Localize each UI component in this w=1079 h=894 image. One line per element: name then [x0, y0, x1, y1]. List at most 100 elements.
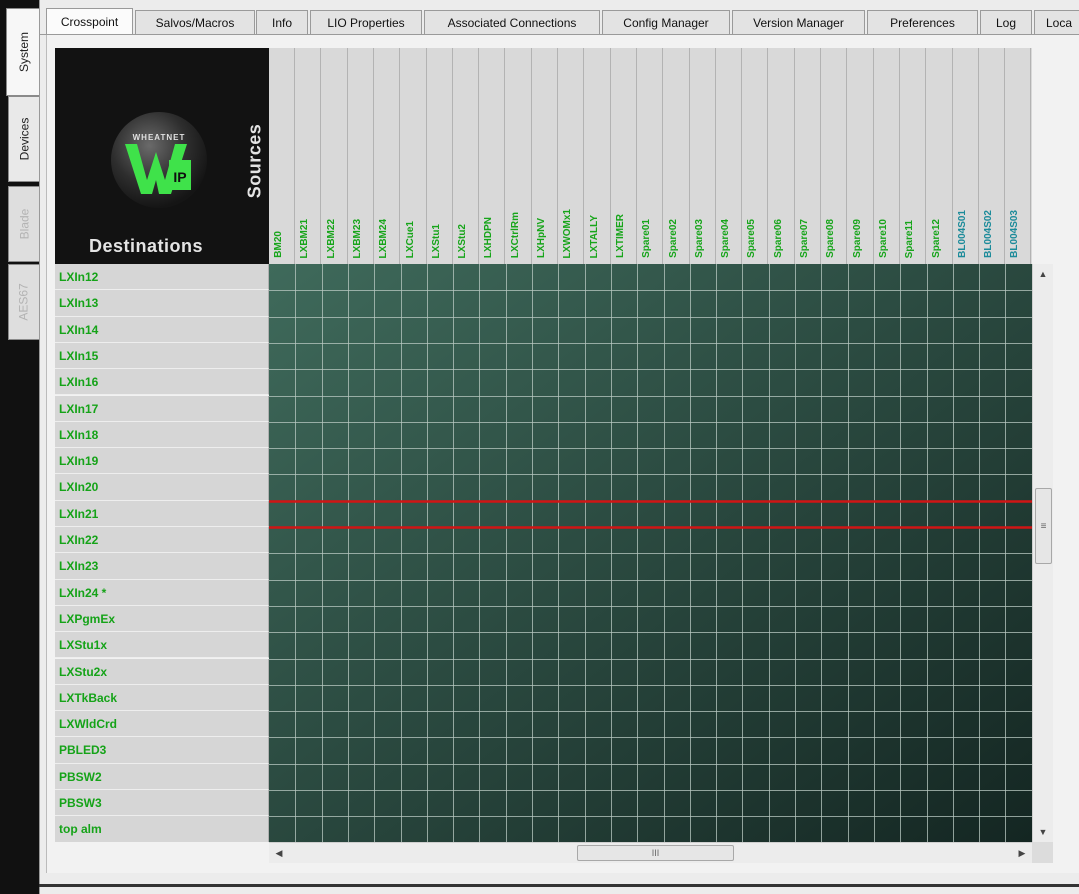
sources-label: Sources: [244, 123, 265, 199]
scroll-right-arrow-icon[interactable]: ▶: [1014, 843, 1030, 863]
source-name: Spare01: [641, 219, 653, 258]
destination-row-header[interactable]: LXIn12: [55, 264, 269, 291]
destinations-label: Destinations: [89, 236, 204, 256]
tab-loca[interactable]: Loca: [1034, 10, 1079, 34]
destination-row-header[interactable]: LXIn24 *: [55, 579, 269, 606]
destination-row-header[interactable]: LXIn15: [55, 342, 269, 370]
source-name: LXBM22: [325, 218, 337, 258]
crosspoint-grid[interactable]: [269, 264, 1032, 842]
vtab-blade[interactable]: Blade: [8, 186, 39, 262]
tab-config-manager[interactable]: Config Manager: [602, 10, 730, 34]
source-column-header[interactable]: Spare05: [742, 48, 769, 264]
scroll-left-arrow-icon[interactable]: ◀: [271, 843, 287, 863]
source-name: LXBM24: [378, 218, 390, 258]
vtab-aes67[interactable]: AES67: [8, 264, 39, 340]
destination-row-header[interactable]: LXTkBack: [55, 684, 269, 712]
source-column-header[interactable]: Spare12: [927, 48, 953, 264]
scroll-up-arrow-icon[interactable]: ▲: [1033, 266, 1053, 282]
source-name: LXTALLY: [588, 214, 600, 258]
tab-info[interactable]: Info: [256, 10, 308, 34]
destination-row-header[interactable]: LXIn23: [55, 553, 269, 580]
source-name: Spare07: [799, 219, 810, 258]
tab-version-manager[interactable]: Version Manager: [732, 10, 865, 34]
source-column-header[interactable]: LXStu1: [427, 48, 453, 264]
vtab-system[interactable]: System: [6, 8, 40, 96]
destination-row-header[interactable]: top alm: [55, 816, 269, 842]
source-column-header[interactable]: LXWOMx1: [558, 48, 585, 264]
destination-row-header[interactable]: LXIn18: [55, 421, 269, 449]
wheatnet-logo: IP WHEATNET: [107, 108, 212, 213]
vertical-scroll-thumb[interactable]: ≡: [1035, 488, 1052, 564]
source-column-header[interactable]: BL004S02: [979, 48, 1006, 264]
destination-row-header[interactable]: PBLED3: [55, 737, 269, 764]
destination-row-header[interactable]: LXStu2x: [55, 658, 269, 685]
source-column-header[interactable]: BL004S01: [953, 48, 979, 264]
logo-mark: IP: [173, 169, 186, 185]
destination-row-header[interactable]: LXIn20: [55, 474, 269, 501]
source-name: BL004S02: [983, 210, 995, 258]
vtab-label: Blade: [17, 208, 32, 240]
source-column-header[interactable]: Spare04: [716, 48, 743, 264]
source-name: Spare08: [825, 219, 837, 258]
destination-row-header[interactable]: LXIn14: [55, 316, 269, 343]
source-name: LXStu1: [430, 223, 442, 258]
destination-row-header[interactable]: LXStu1x: [55, 632, 269, 659]
tab-associated-connections[interactable]: Associated Connections: [424, 10, 600, 34]
source-column-header[interactable]: LXBM24: [374, 48, 401, 264]
scroll-down-arrow-icon[interactable]: ▼: [1033, 824, 1053, 840]
destination-row-header[interactable]: LXIn16: [55, 369, 269, 396]
source-name: BL004S03: [1009, 210, 1021, 258]
destination-row-header[interactable]: LXIn21: [55, 500, 269, 527]
destination-row-header[interactable]: LXIn19: [55, 448, 269, 475]
tab-preferences[interactable]: Preferences: [867, 10, 978, 34]
source-column-header[interactable]: LXBM22: [322, 48, 348, 264]
source-column-header[interactable]: LXHDPN: [479, 48, 506, 264]
source-column-header[interactable]: Spare11: [900, 48, 927, 264]
tab-lio-properties[interactable]: LIO Properties: [310, 10, 422, 34]
vtab-devices[interactable]: Devices: [8, 96, 39, 182]
source-column-header[interactable]: Spare09: [848, 48, 874, 264]
source-column-header[interactable]: LXBM21: [295, 48, 322, 264]
source-column-header[interactable]: Spare02: [664, 48, 690, 264]
source-column-header[interactable]: Spare08: [821, 48, 848, 264]
destination-row-header[interactable]: LXPgmEx: [55, 605, 269, 633]
destination-row-header[interactable]: PBSW2: [55, 763, 269, 790]
source-name: Spare03: [693, 219, 705, 258]
vtab-label: Devices: [17, 117, 31, 161]
source-column-header[interactable]: LXCue1: [401, 48, 427, 264]
source-name: LXWOMx1: [562, 208, 574, 258]
source-column-header[interactable]: BM20: [269, 48, 295, 264]
source-column-header[interactable]: LXTALLY: [585, 48, 611, 264]
source-name: LXBM23: [351, 218, 363, 258]
source-column-header[interactable]: LXHpNV: [532, 48, 558, 264]
source-column-header[interactable]: LXStu2: [453, 48, 480, 264]
logo-text: WHEATNET: [133, 133, 186, 142]
destination-row-header[interactable]: LXIn17: [55, 395, 269, 422]
source-column-header[interactable]: Spare06: [769, 48, 795, 264]
destination-row-header[interactable]: LXIn22: [55, 527, 269, 554]
source-column-header[interactable]: LXTIMER: [611, 48, 637, 264]
destination-row-header[interactable]: LXIn13: [55, 290, 269, 317]
source-name: LXBM21: [299, 218, 311, 258]
source-column-header[interactable]: LXCtrlRm: [506, 48, 532, 264]
horizontal-scroll-thumb[interactable]: III: [577, 845, 734, 861]
source-column-header[interactable]: BL004S03: [1005, 48, 1032, 264]
vertical-scrollbar[interactable]: ▲ ≡ ▼: [1032, 264, 1053, 842]
destination-row-header[interactable]: LXWldCrd: [55, 711, 269, 738]
source-name: LXCue1: [404, 220, 416, 258]
horizontal-scrollbar[interactable]: ◀ III ▶: [269, 842, 1032, 863]
crosspoint-grid-canvas[interactable]: [269, 264, 1032, 842]
source-column-header[interactable]: Spare07: [795, 48, 821, 264]
source-name: Spare06: [772, 219, 784, 258]
tab-log[interactable]: Log: [980, 10, 1032, 34]
tab-crosspoint[interactable]: Crosspoint: [46, 8, 133, 34]
source-column-header[interactable]: Spare01: [637, 48, 664, 264]
tab-salvos-macros[interactable]: Salvos/Macros: [135, 10, 255, 34]
source-name: LXStu2: [457, 223, 469, 258]
destination-row-header[interactable]: PBSW3: [55, 790, 269, 817]
source-column-header[interactable]: Spare10: [874, 48, 900, 264]
vertical-tab-strip: System Devices Blade AES67: [0, 0, 40, 894]
source-column-header[interactable]: Spare03: [690, 48, 716, 264]
vtab-label: System: [16, 31, 31, 73]
source-column-header[interactable]: LXBM23: [348, 48, 374, 264]
